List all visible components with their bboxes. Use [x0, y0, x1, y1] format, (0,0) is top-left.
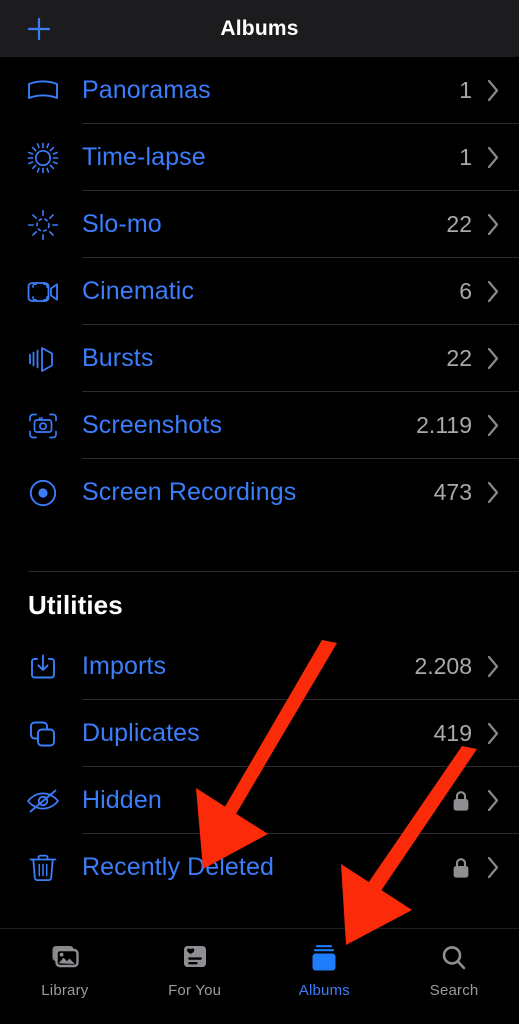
- row-label: Imports: [82, 652, 414, 681]
- row-count: 2.208: [414, 653, 472, 680]
- chevron-right-icon: [486, 145, 501, 170]
- row-label: Screenshots: [82, 411, 416, 440]
- magnifier-icon: [439, 941, 469, 975]
- add-album-button[interactable]: [22, 12, 56, 46]
- row-label: Bursts: [82, 344, 446, 373]
- chevron-right-icon: [486, 413, 501, 438]
- tab-label: Library: [41, 982, 88, 999]
- timelapse-icon: [22, 137, 64, 179]
- tab-label: For You: [168, 982, 221, 999]
- row-imports[interactable]: Imports 2.208: [0, 633, 519, 700]
- tab-search[interactable]: Search: [389, 941, 519, 999]
- row-count: 22: [446, 345, 472, 372]
- tab-library[interactable]: Library: [0, 941, 130, 999]
- lock-icon: [451, 856, 471, 880]
- row-screenshots[interactable]: Screenshots 2.119: [0, 392, 519, 459]
- tab-albums[interactable]: Albums: [260, 941, 390, 999]
- row-duplicates[interactable]: Duplicates 419: [0, 700, 519, 767]
- row-count: 1: [459, 77, 472, 104]
- chevron-right-icon: [486, 212, 501, 237]
- eye-slash-icon: [22, 780, 64, 822]
- lock-icon: [451, 789, 471, 813]
- row-slo-mo[interactable]: Slo-mo 22: [0, 191, 519, 258]
- plus-icon: [24, 14, 54, 44]
- cinematic-video-icon: [22, 271, 64, 313]
- slomo-icon: [22, 204, 64, 246]
- for-you-card-icon: [180, 941, 210, 975]
- page-title: Albums: [220, 17, 298, 41]
- record-circle-icon: [22, 472, 64, 514]
- navigation-bar: Albums: [0, 0, 519, 57]
- row-label: Duplicates: [82, 719, 434, 748]
- tab-label: Albums: [299, 982, 350, 999]
- chevron-right-icon: [486, 279, 501, 304]
- photo-stack-icon: [48, 941, 82, 975]
- photos-albums-screen: Albums Panoramas 1: [0, 0, 519, 1024]
- row-count: 473: [434, 479, 472, 506]
- section-utilities: Imports 2.208 Duplicates 419: [0, 633, 519, 901]
- row-label: Cinematic: [82, 277, 459, 306]
- chevron-right-icon: [486, 78, 501, 103]
- row-label: Screen Recordings: [82, 478, 434, 507]
- albums-list: Panoramas 1: [0, 57, 519, 901]
- import-download-icon: [22, 646, 64, 688]
- chevron-right-icon: [486, 654, 501, 679]
- row-time-lapse[interactable]: Time-lapse 1: [0, 124, 519, 191]
- section-media-types: Panoramas 1: [0, 57, 519, 526]
- tab-label: Search: [430, 982, 479, 999]
- row-count: 1: [459, 144, 472, 171]
- tab-for-you[interactable]: For You: [130, 941, 260, 999]
- trash-icon: [22, 847, 64, 889]
- row-recently-deleted[interactable]: Recently Deleted: [0, 834, 519, 901]
- chevron-right-icon: [486, 721, 501, 746]
- row-count: 6: [459, 278, 472, 305]
- row-count: 419: [434, 720, 472, 747]
- row-count: 22: [446, 211, 472, 238]
- row-label: Time-lapse: [82, 143, 459, 172]
- row-bursts[interactable]: Bursts 22: [0, 325, 519, 392]
- row-label: Recently Deleted: [82, 853, 451, 882]
- row-label: Panoramas: [82, 76, 459, 105]
- bursts-icon: [22, 338, 64, 380]
- chevron-right-icon: [486, 346, 501, 371]
- row-screen-recordings[interactable]: Screen Recordings 473: [0, 459, 519, 526]
- chevron-right-icon: [486, 480, 501, 505]
- section-header-utilities: Utilities: [0, 572, 519, 633]
- row-count: 2.119: [416, 412, 472, 439]
- section-top-rule: [28, 571, 519, 572]
- chevron-right-icon: [486, 855, 501, 880]
- row-label: Hidden: [82, 786, 451, 815]
- row-label: Slo-mo: [82, 210, 446, 239]
- section-spacer: [0, 526, 519, 572]
- panorama-icon: [22, 70, 64, 112]
- row-cinematic[interactable]: Cinematic 6: [0, 258, 519, 325]
- row-hidden[interactable]: Hidden: [0, 767, 519, 834]
- tab-bar: Library For You Albums: [0, 928, 519, 1024]
- albums-stack-icon: [308, 941, 340, 975]
- row-panoramas[interactable]: Panoramas 1: [0, 57, 519, 124]
- screenshot-camera-icon: [22, 405, 64, 447]
- chevron-right-icon: [486, 788, 501, 813]
- duplicate-squares-icon: [22, 713, 64, 755]
